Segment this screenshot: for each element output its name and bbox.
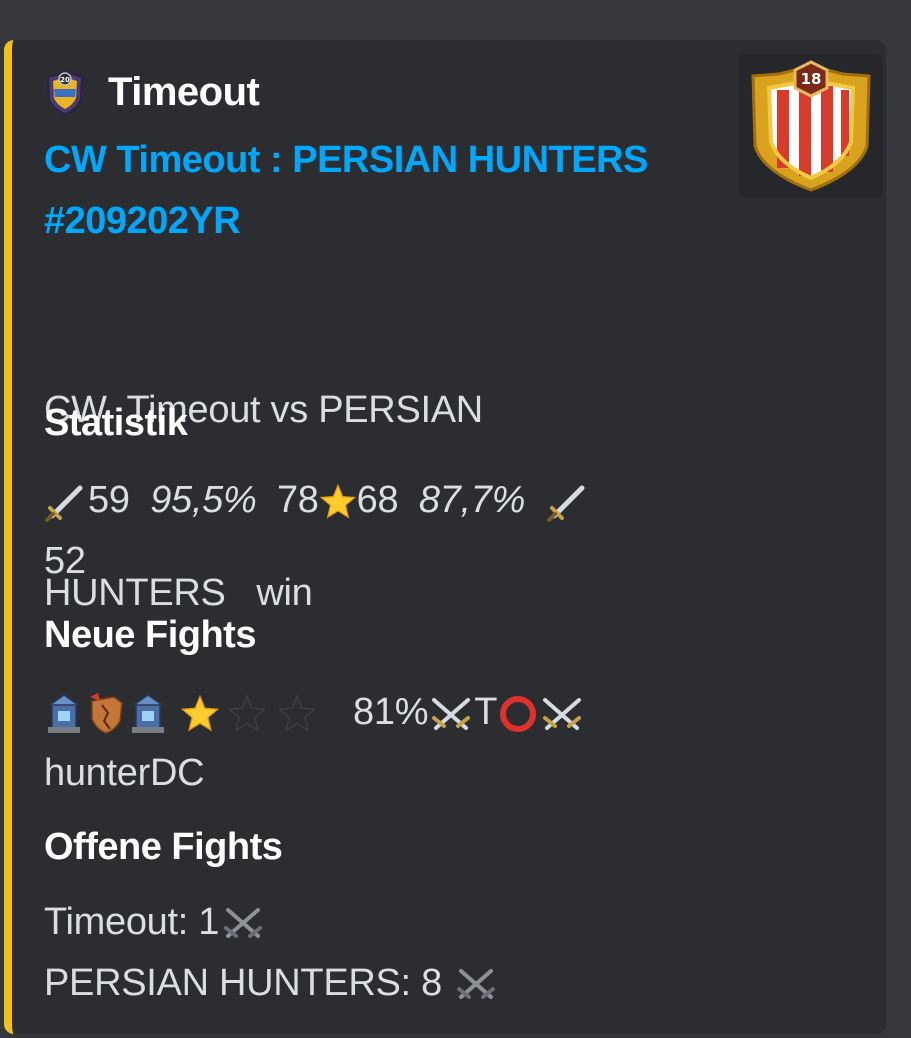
- embed-card: 20 Timeout CW Timeout : PERSIAN HUNTERS …: [4, 40, 886, 1034]
- star-icon: [319, 483, 356, 519]
- fight-player-name: hunterDC: [44, 752, 205, 794]
- broken-shield-icon: [90, 692, 123, 734]
- title-line-1[interactable]: CW Timeout : PERSIAN HUNTERS: [44, 130, 734, 191]
- sword-icon: [546, 485, 585, 522]
- title-line-2[interactable]: #209202YR: [44, 191, 734, 252]
- red-circle-icon: [500, 695, 537, 732]
- embed-thumbnail[interactable]: 18: [739, 54, 883, 198]
- stat-attacks-right: 52: [44, 540, 86, 582]
- crossed-swords-dim-icon: [224, 907, 263, 938]
- field-name-offene-fights: Offene Fights: [44, 826, 283, 868]
- crossed-swords-icon: [543, 697, 582, 730]
- crossed-swords-icon: [432, 697, 471, 730]
- stat-attacks-left: 59: [88, 479, 130, 521]
- clan-badge-icon: 20: [46, 70, 84, 115]
- stat-destruction-right: 87,7%: [418, 479, 526, 521]
- town-hall-icon: [131, 694, 165, 733]
- field-name-statistik: Statistik: [44, 402, 188, 444]
- field-value-neue-fights: 81% T hunterDC: [44, 682, 744, 804]
- stat-stars-right: 68: [356, 479, 399, 521]
- embed-author: 20 Timeout: [44, 70, 260, 115]
- star-empty-icon: [227, 694, 267, 732]
- fight-percent: 81%: [353, 691, 429, 733]
- field-value-statistik: 59 95,5% 78 68 87,7% 52: [44, 470, 744, 592]
- open-fights-persian-hunters: PERSIAN HUNTERS: 8: [44, 962, 442, 1004]
- stat-attacks-right-line: 52: [44, 531, 744, 592]
- sword-icon: [45, 485, 83, 522]
- stat-stars-left: 78: [276, 479, 319, 521]
- star-filled-icon: [181, 694, 220, 732]
- crossed-swords-dim-icon: [457, 968, 496, 999]
- stat-destruction-left: 95,5%: [150, 479, 257, 521]
- star-empty-icon: [277, 694, 317, 732]
- author-name[interactable]: Timeout: [108, 70, 260, 115]
- embed-title[interactable]: CW Timeout : PERSIAN HUNTERS #209202YR: [44, 130, 734, 252]
- svg-text:20: 20: [60, 76, 70, 84]
- field-value-offene-fights: Timeout: 1 PERSIAN HUNTERS: 8: [44, 892, 744, 1014]
- town-hall-icon: [47, 694, 81, 733]
- field-name-neue-fights: Neue Fights: [44, 614, 256, 656]
- clan-level-badge: 18: [800, 70, 822, 88]
- fight-result-letter: T: [474, 691, 498, 733]
- open-fights-timeout: Timeout: 1: [44, 901, 220, 943]
